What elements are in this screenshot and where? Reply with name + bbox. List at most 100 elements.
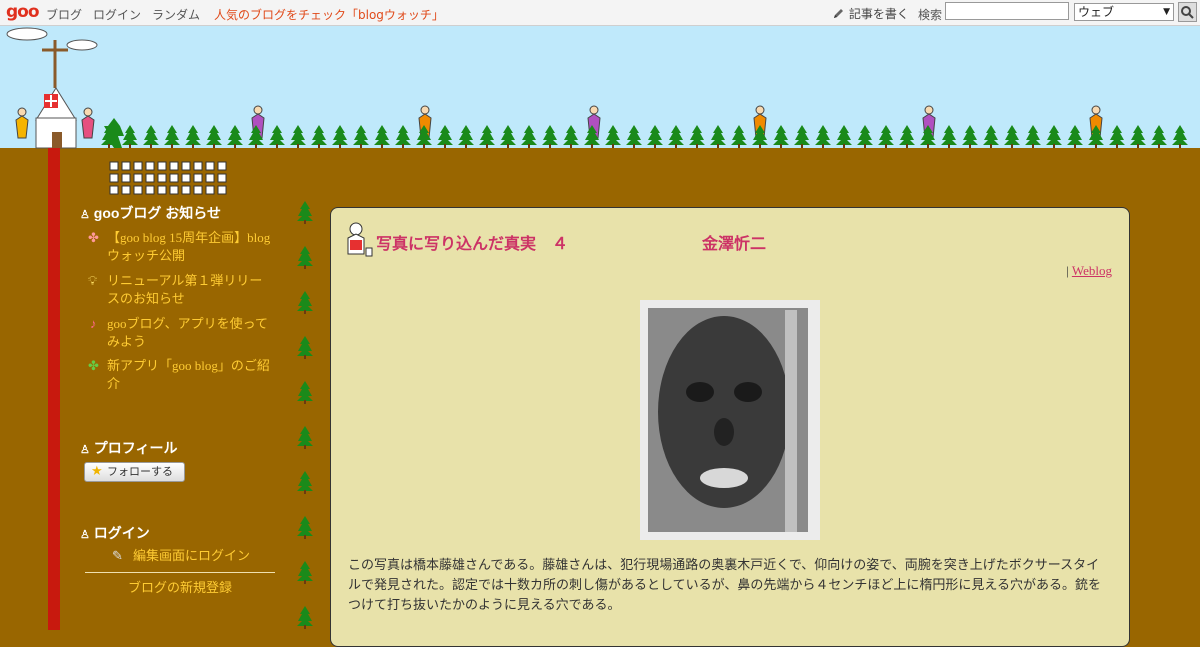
nav-random-link[interactable]: ランダム	[152, 6, 200, 23]
tree-icon	[878, 125, 894, 148]
search-button[interactable]	[1178, 2, 1197, 22]
tree-icon	[374, 125, 390, 148]
tree-icon	[1004, 125, 1020, 148]
tree-icon	[185, 125, 201, 148]
edit-login-link[interactable]: 編集画面にログイン	[133, 547, 250, 565]
notice-item-1-line-1: 【goo blog 15周年企画】blog	[107, 230, 271, 245]
notice-item-3[interactable]: gooブログ、アプリを使って みよう	[107, 315, 277, 351]
audience-seat	[205, 173, 215, 183]
category-separator: |	[1066, 263, 1069, 278]
blog-watch-link[interactable]: 人気のブログをチェック「blogウォッチ」	[214, 6, 444, 23]
tree-icon	[269, 125, 285, 148]
write-article-link[interactable]: 記事を書く	[832, 5, 909, 22]
notice-item-4[interactable]: 新アプリ「goo blog」のご紹 介	[107, 357, 277, 393]
search-scope-select[interactable]: ウェブ ▼	[1074, 3, 1174, 21]
follow-button-label: フォローする	[107, 465, 173, 478]
goo-logo[interactable]: goo	[6, 2, 40, 22]
notice-item-1[interactable]: 【goo blog 15周年企画】blog ウォッチ公開	[107, 229, 277, 265]
post-title[interactable]: 写真に写り込んだ真実 ４	[376, 230, 568, 254]
tree-icon	[297, 606, 313, 629]
search-input[interactable]	[945, 2, 1069, 20]
notice-item-2-line-2: スのお知らせ	[107, 291, 185, 306]
chef-icon	[347, 222, 373, 257]
tree-icon	[710, 125, 726, 148]
search-label: 検索	[918, 8, 943, 22]
tree-icon	[983, 125, 999, 148]
audience-seat	[109, 185, 119, 195]
nav-login-link[interactable]: ログイン	[93, 6, 141, 23]
audience-seat	[181, 185, 191, 195]
chevron-down-icon: ▼	[1163, 7, 1170, 17]
notice-item-2[interactable]: リニューアル第１弾リリー スのお知らせ	[107, 272, 277, 308]
tree-icon	[297, 516, 313, 539]
tree-icon	[297, 201, 313, 224]
tree-icon	[920, 125, 936, 148]
tree-icon	[227, 125, 243, 148]
music-note-icon: ♪	[90, 316, 97, 331]
person-icon: ♙	[80, 209, 90, 221]
notice-item-3-line-2: みよう	[107, 334, 147, 349]
tree-column	[296, 200, 316, 630]
follow-button[interactable]: ★ フォローする	[84, 462, 185, 482]
notice-item-3-line-1: gooブログ、アプリを使って	[107, 316, 268, 331]
nav-blog-link[interactable]: ブログ	[46, 6, 82, 23]
tree-icon	[521, 125, 537, 148]
tree-icon	[248, 125, 264, 148]
tree-icon	[164, 125, 180, 148]
audience-seat	[205, 185, 215, 195]
audience-seat	[205, 161, 215, 171]
flower-icon: ✤	[88, 230, 99, 245]
notice-item-4-line-1: 新アプリ「goo blog」のご紹	[107, 358, 270, 373]
pencil-icon	[834, 9, 843, 18]
tree-icon	[1172, 125, 1188, 148]
tree-icon	[752, 125, 768, 148]
tree-icon	[647, 125, 663, 148]
tree-icon	[941, 125, 957, 148]
audience-seat	[193, 173, 203, 183]
tree-icon	[815, 125, 831, 148]
audience-seat	[157, 185, 167, 195]
tree-icon	[668, 125, 684, 148]
tree-icon	[143, 125, 159, 148]
tree-icon	[297, 471, 313, 494]
tree-icon	[297, 291, 313, 314]
person-icon: ♙	[80, 444, 90, 456]
audience-seat	[181, 161, 191, 171]
sidebar-divider	[85, 572, 275, 573]
tree-icon	[353, 125, 369, 148]
new-blog-link[interactable]: ブログの新規登録	[128, 579, 232, 597]
notice-title: ♙ gooブログ お知らせ	[80, 203, 221, 223]
audience-seat	[193, 185, 203, 195]
tree-icon	[290, 125, 306, 148]
tree-icon	[297, 561, 313, 584]
tree-icon	[1088, 125, 1104, 148]
audience-seat	[157, 161, 167, 171]
tree-icon	[297, 426, 313, 449]
tree-icon	[332, 125, 348, 148]
audience-seat	[121, 173, 131, 183]
tree-icon	[584, 125, 600, 148]
audience-seat	[181, 173, 191, 183]
tree-icon	[899, 125, 915, 148]
tree-icon	[437, 125, 453, 148]
audience-seat	[217, 161, 227, 171]
post-photo[interactable]	[640, 300, 820, 540]
tree-icon	[773, 125, 789, 148]
tree-row	[100, 124, 1200, 148]
tree-icon	[605, 125, 621, 148]
category-link[interactable]: Weblog	[1072, 263, 1112, 278]
post-category: | Weblog	[1066, 263, 1112, 279]
tree-icon	[542, 125, 558, 148]
notice-item-2-line-1: リニューアル第１弾リリー	[107, 273, 263, 288]
pencil-icon: ✎	[112, 548, 123, 563]
audience-seat	[169, 173, 179, 183]
profile-title-text: プロフィール	[93, 440, 178, 456]
profile-title: ♙ プロフィール	[80, 438, 178, 458]
notice-title-text: gooブログ お知らせ	[93, 205, 222, 221]
tree-icon	[689, 125, 705, 148]
audience-seat	[193, 161, 203, 171]
audience-seat	[145, 185, 155, 195]
search-scope-value: ウェブ	[1078, 5, 1115, 19]
person-icon: ♙	[80, 529, 90, 541]
audience-seat	[217, 185, 227, 195]
